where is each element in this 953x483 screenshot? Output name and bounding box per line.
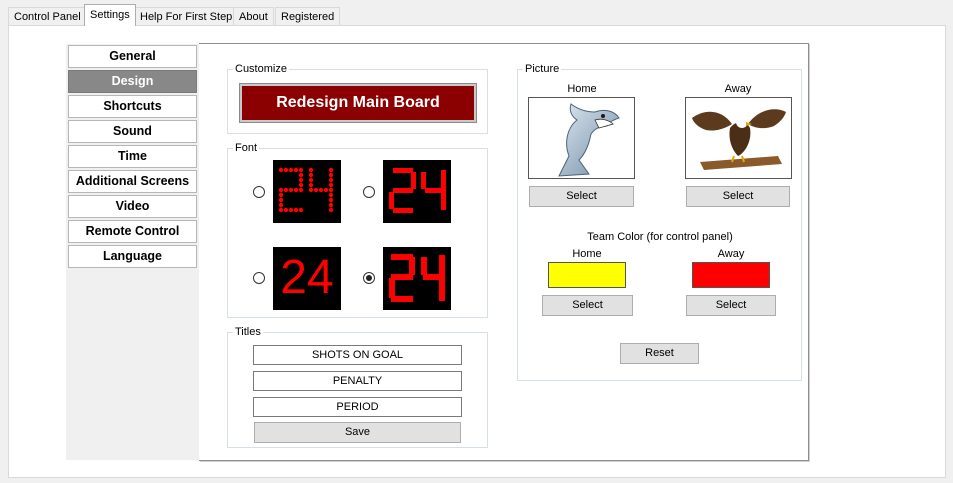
sans-digits-text: 24 [280,251,334,304]
home-color-select-button[interactable]: Select [542,295,633,316]
tab-control-panel[interactable]: Control Panel [8,7,87,26]
sidebar-item-remote-control[interactable]: Remote Control [68,220,197,243]
tab-strip: Control Panel Settings Help For First St… [0,0,953,26]
picture-away-label: Away [724,83,752,95]
team-color-title: Team Color (for control panel) [587,231,733,243]
font-sample-dot-matrix [273,160,341,223]
titles-legend: Titles [235,326,261,338]
redesign-main-board-button[interactable]: Redesign Main Board [239,83,477,123]
sidebar-item-video[interactable]: Video [68,195,197,218]
team-color-home-label: Home [572,248,602,260]
settings-sidebar: General Design Shortcuts Sound Time Addi… [66,44,199,460]
segment-dots-24-icon [389,168,446,213]
home-picture [528,97,635,179]
sidebar-item-general[interactable]: General [68,45,197,68]
reset-button[interactable]: Reset [620,343,699,364]
title-period-field[interactable]: PERIOD [253,397,462,417]
sidebar-item-sound[interactable]: Sound [68,120,197,143]
team-color-away-label: Away [717,248,745,260]
title-shots-on-goal-field[interactable]: SHOTS ON GOAL [253,345,462,365]
away-color-swatch [692,262,770,288]
home-picture-select-button[interactable]: Select [529,186,634,207]
tab-settings[interactable]: Settings [84,4,136,26]
font-option-2-radio[interactable] [363,186,375,198]
font-option-1-radio[interactable] [253,186,265,198]
away-picture [685,97,792,179]
save-titles-button[interactable]: Save [254,422,461,443]
eagle-icon [692,109,786,170]
away-picture-select-button[interactable]: Select [686,186,790,207]
customize-legend: Customize [235,63,287,75]
picture-legend: Picture [525,63,560,75]
font-option-3-radio[interactable] [253,272,265,284]
sidebar-item-shortcuts[interactable]: Shortcuts [68,95,197,118]
away-color-select-button[interactable]: Select [686,295,776,316]
sidebar-item-additional-screens[interactable]: Additional Screens [68,170,197,193]
shark-icon [558,103,620,177]
tab-help-first-step[interactable]: Help For First Step [134,7,239,26]
sidebar-item-language[interactable]: Language [68,245,197,268]
dot-matrix-24-icon [278,167,334,213]
title-penalty-field[interactable]: PENALTY [253,371,462,391]
font-sample-segment [383,247,451,310]
seven-segment-24-icon [389,254,445,302]
picture-home-label: Home [567,83,597,95]
sidebar-item-design[interactable]: Design [68,70,197,93]
home-color-swatch [548,262,626,288]
font-option-4-radio[interactable] [363,272,375,284]
font-legend: Font [235,142,258,154]
font-sample-dot-segment [383,160,451,223]
tab-registered[interactable]: Registered [275,7,341,26]
tab-about[interactable]: About [233,7,274,26]
font-sample-sans: 24 [273,247,341,310]
sidebar-item-time[interactable]: Time [68,145,197,168]
